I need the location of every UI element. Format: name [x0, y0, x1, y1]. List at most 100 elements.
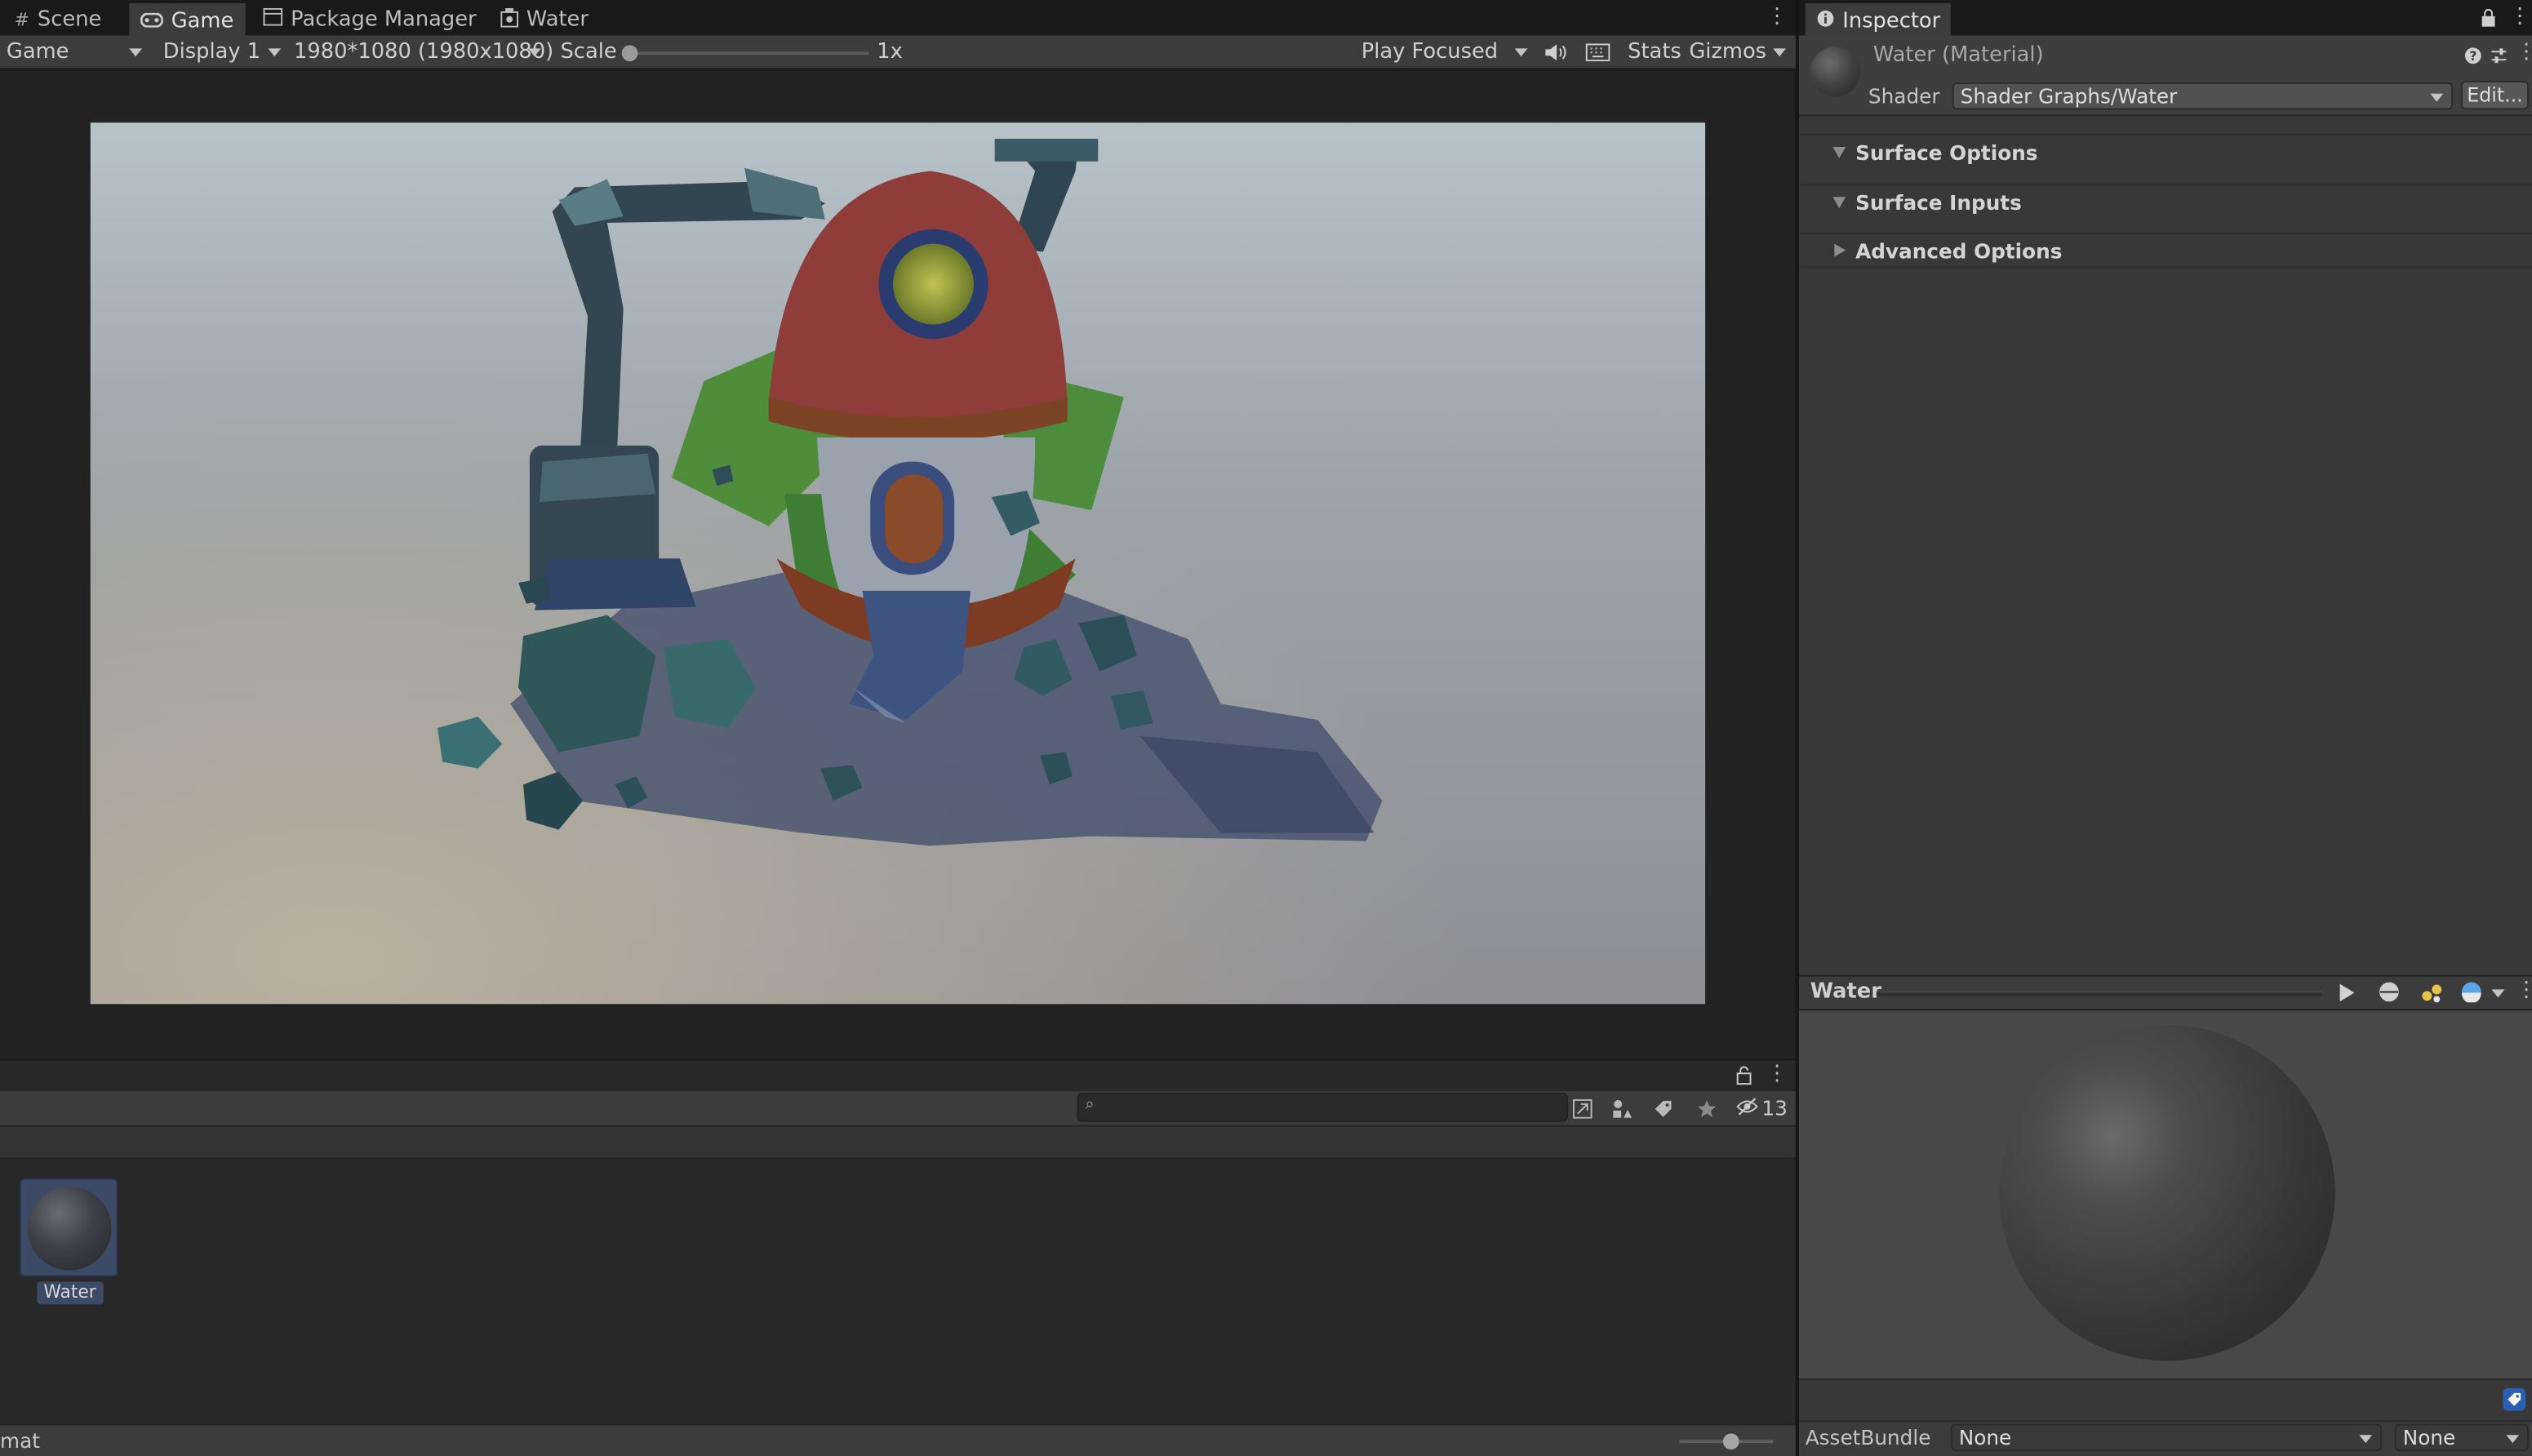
preview-mesh-sphere-icon[interactable] — [2379, 982, 2400, 1008]
eye-slash-icon — [1736, 1096, 1759, 1121]
gizmos-dropdown-label: Gizmos — [1689, 40, 1767, 65]
play-mode-dropdown-label: Play Focused — [1361, 40, 1499, 65]
triangle-right-icon — [1834, 243, 1846, 257]
display-dropdown[interactable]: Display 1 — [163, 36, 282, 70]
preview-title: Water — [1810, 979, 1881, 1005]
asset-item-water-label[interactable]: Water — [37, 1281, 103, 1305]
project-assets-grid — [0, 1159, 1796, 1424]
resolution-dropdown-label: 1980*1080 (1980x1080) — [294, 40, 554, 65]
assetbundle-name-dropdown[interactable]: None — [1950, 1423, 2383, 1452]
material-preview-icon — [1810, 47, 1861, 97]
kebab-menu-icon[interactable]: ⋮ — [2509, 5, 2530, 29]
scale-value: 1x — [877, 40, 903, 65]
audio-icon[interactable] — [1545, 36, 1568, 70]
inspector-tab-bar: Inspector ⋮ — [1798, 0, 2532, 38]
assetbundle-bar: AssetBundle None None — [1798, 1420, 2532, 1456]
resolution-dropdown[interactable]: 1980*1080 (1980x1080) — [294, 36, 553, 70]
preview-resize-handle[interactable] — [1876, 991, 2322, 997]
keyboard-icon[interactable] — [1585, 36, 1612, 70]
grid-icon: # — [14, 9, 30, 31]
info-icon — [1817, 10, 1835, 34]
tab-game-label: Game — [171, 9, 234, 34]
view-dropdown-label: Game — [6, 40, 69, 65]
filter-by-label-icon[interactable] — [1647, 1094, 1680, 1122]
search-icon: ⌕ — [1085, 1095, 1095, 1114]
play-mode-dropdown[interactable]: Play Focused — [1362, 36, 1530, 70]
shader-label: Shader — [1868, 83, 1940, 109]
surface-options-foldout[interactable]: Surface Options — [1798, 134, 2532, 170]
advanced-options-label: Advanced Options — [1855, 237, 2063, 263]
tab-game[interactable]: Game — [129, 2, 246, 38]
svg-text:?: ? — [2469, 48, 2476, 64]
surface-options-label: Surface Options — [1855, 140, 2038, 165]
triangle-down-icon — [1832, 197, 1846, 209]
tab-package-manager-label: Package Manager — [291, 7, 477, 33]
preview-lighting-icon[interactable] — [2421, 982, 2444, 1010]
scale-slider-track[interactable] — [623, 51, 869, 55]
search-scope-icon[interactable] — [1566, 1094, 1599, 1122]
filter-by-type-icon[interactable] — [1605, 1094, 1637, 1122]
game-toolbar: Game Display 1 1980*1080 (1980x1080) Sca… — [0, 35, 1796, 70]
preview-header: Water ⋮ — [1798, 974, 2532, 1011]
kebab-menu-icon[interactable]: ⋮ — [2516, 40, 2532, 64]
tab-scene-label: Scene — [37, 7, 102, 33]
lock-icon[interactable] — [1736, 1065, 1752, 1085]
game-viewport[interactable] — [90, 122, 1706, 1005]
assetbundle-label: AssetBundle — [1805, 1425, 1931, 1450]
gizmos-dropdown[interactable]: Gizmos — [1689, 36, 1789, 70]
scale-slider-handle[interactable] — [621, 45, 638, 62]
unity-editor: # Scene Game Package Manager Water ⋮ Gam… — [0, 0, 2532, 1456]
tab-scene[interactable]: # Scene — [3, 3, 113, 38]
kebab-menu-icon[interactable]: ⋮ — [2516, 979, 2532, 1003]
view-dropdown[interactable]: Game — [7, 36, 144, 70]
assetbundle-variant-value: None — [2402, 1425, 2456, 1450]
chevron-down-icon — [1773, 48, 1787, 57]
asset-item-water[interactable] — [19, 1178, 118, 1277]
chevron-down-icon — [527, 48, 541, 57]
material-preview-area[interactable] — [1798, 1010, 2532, 1379]
chevron-down-icon — [268, 48, 282, 57]
preview-background-sphere-icon[interactable] — [2461, 982, 2482, 1008]
preview-footer — [1798, 1378, 2532, 1421]
lock-icon[interactable] — [2481, 8, 2497, 33]
edit-shader-button[interactable]: Edit... — [2460, 80, 2530, 110]
stats-button[interactable]: Stats — [1628, 36, 1681, 70]
favorite-star-icon[interactable] — [1690, 1094, 1723, 1122]
presets-icon[interactable] — [2490, 45, 2508, 69]
kebab-menu-icon[interactable]: ⋮ — [1766, 1062, 1788, 1088]
project-status-bar: mat — [0, 1423, 1796, 1456]
kebab-menu-icon[interactable]: ⋮ — [1766, 6, 1788, 29]
surface-inputs-foldout[interactable]: Surface Inputs — [1798, 184, 2532, 220]
tab-inspector-label: Inspector — [1842, 9, 1941, 34]
surface-inputs-label: Surface Inputs — [1855, 190, 2022, 215]
scale-label: Scale — [560, 40, 617, 65]
tab-water[interactable]: Water — [489, 3, 599, 38]
tab-package-manager[interactable]: Package Manager — [252, 3, 488, 38]
tab-inspector[interactable]: Inspector — [1805, 2, 1951, 38]
material-thumbnail — [27, 1186, 112, 1271]
assetbundle-variant-dropdown[interactable]: None — [2394, 1423, 2530, 1452]
chevron-down-icon[interactable] — [2491, 989, 2505, 998]
chevron-down-icon — [2506, 1435, 2520, 1444]
material-title: Water (Material) — [1872, 43, 2044, 69]
selected-path-text: mat — [0, 1428, 40, 1454]
chevron-down-icon — [2430, 93, 2444, 102]
chevron-down-icon — [1514, 48, 1528, 57]
help-icon[interactable]: ? — [2464, 45, 2482, 69]
scene-render — [90, 122, 1706, 1005]
project-panel-header: ⋮ — [0, 1059, 1796, 1092]
chevron-down-icon — [129, 48, 143, 57]
asset-label-tag-icon[interactable] — [2503, 1387, 2526, 1411]
tab-water-label: Water — [526, 7, 589, 33]
thumbnail-size-slider-handle[interactable] — [1722, 1433, 1739, 1450]
project-breadcrumb — [0, 1126, 1796, 1160]
hidden-count: 13 — [1761, 1095, 1788, 1121]
play-icon[interactable] — [2339, 983, 2357, 1007]
hidden-packages-toggle[interactable]: 13 — [1736, 1094, 1788, 1122]
project-search-input[interactable]: ⌕ — [1077, 1092, 1568, 1122]
left-tab-bar: # Scene Game Package Manager Water ⋮ — [0, 0, 1796, 38]
shader-dropdown[interactable]: Shader Graphs/Water — [1952, 82, 2454, 110]
advanced-options-foldout[interactable]: Advanced Options — [1798, 232, 2532, 269]
material-preview-sphere — [1999, 1024, 2335, 1361]
inspector-material-header: Water (Material) ? ⋮ Shader Shader Graph… — [1798, 35, 2532, 117]
